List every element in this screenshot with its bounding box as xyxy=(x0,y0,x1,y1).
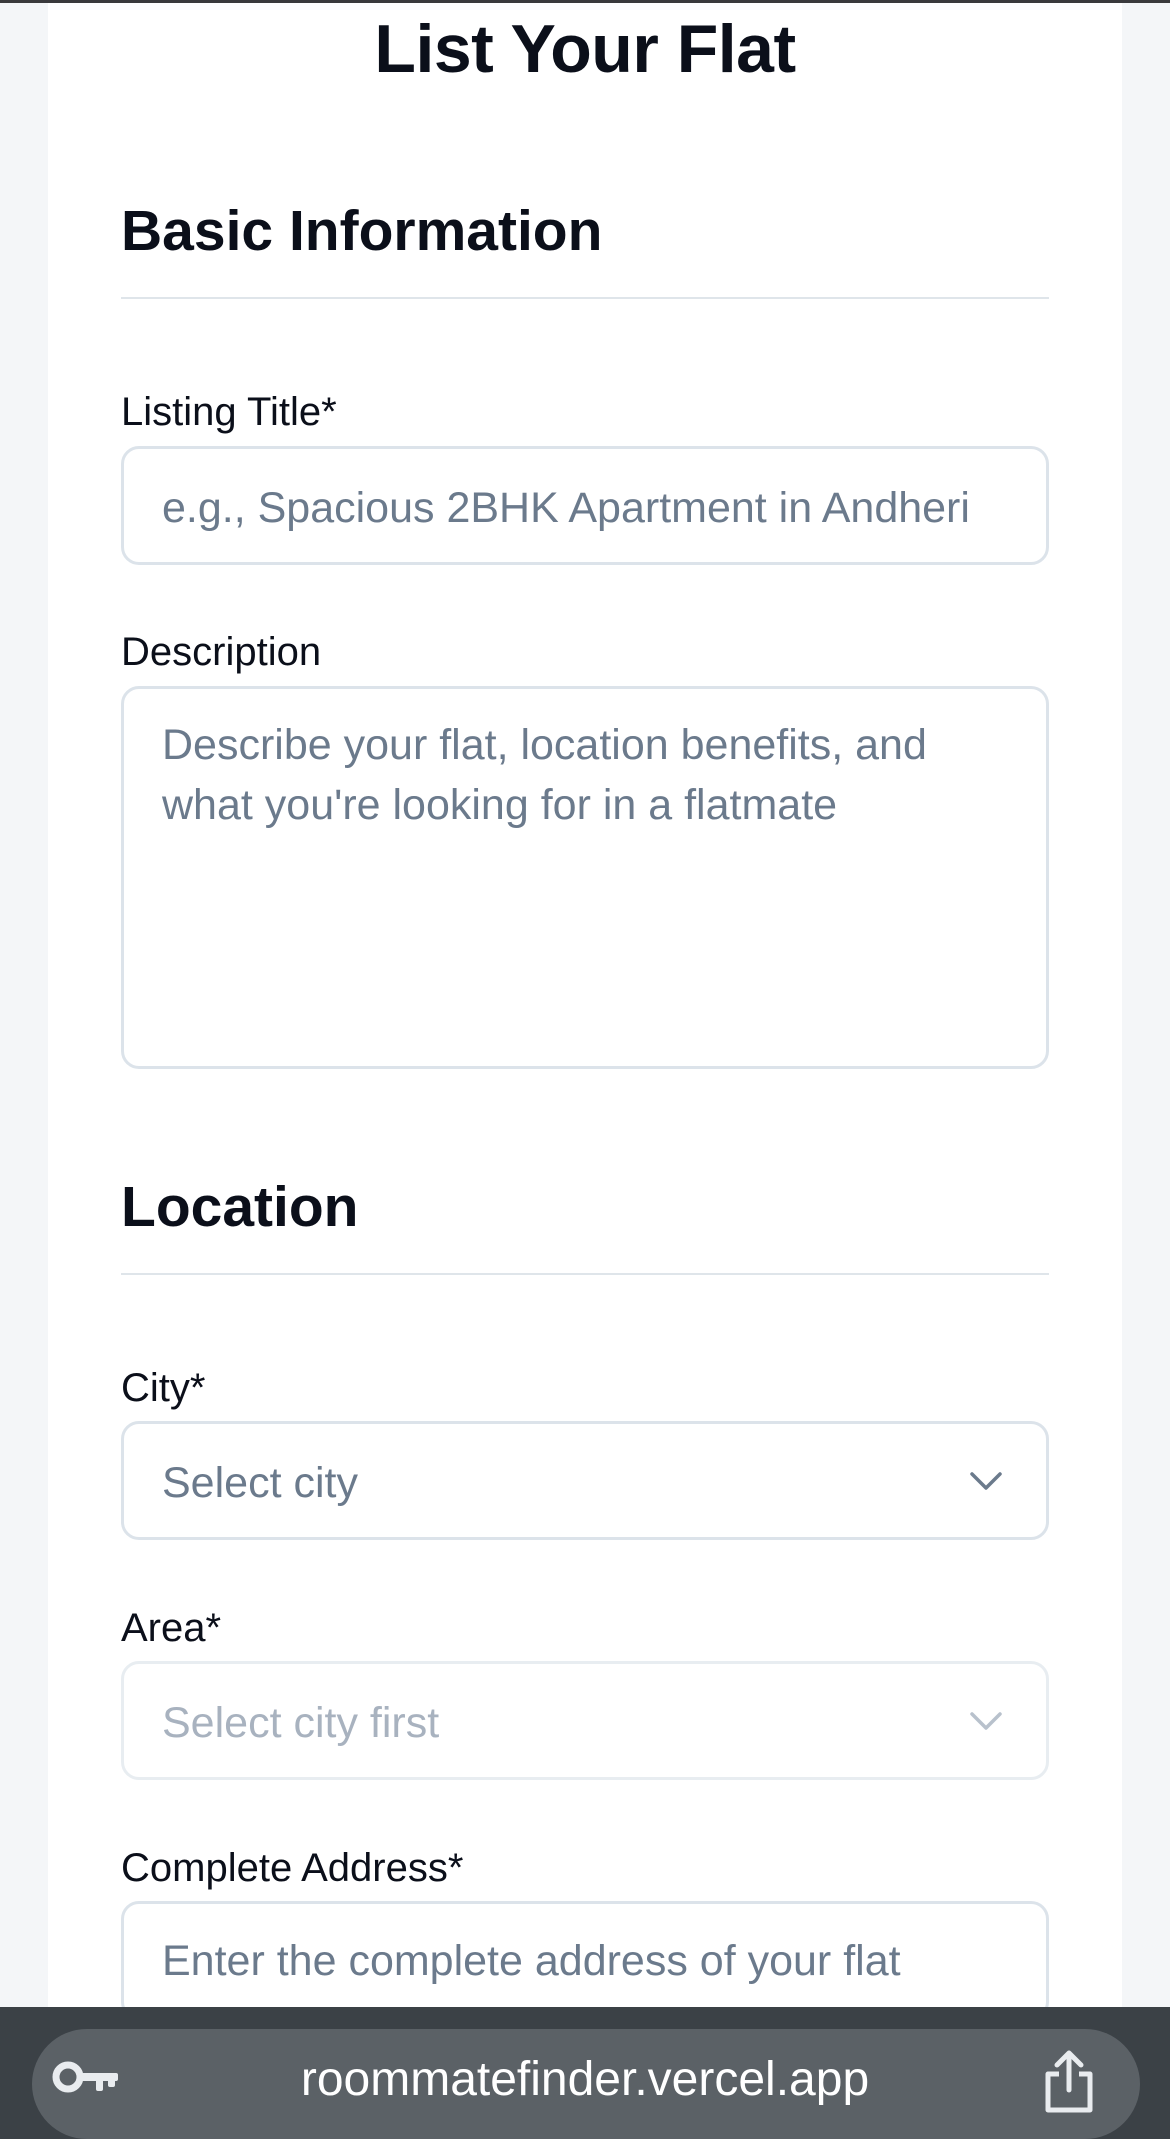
area-select[interactable]: Select city first xyxy=(121,1661,1049,1780)
city-label: City* xyxy=(121,1366,206,1410)
page-title: List Your Flat xyxy=(374,11,796,87)
chevron-down-icon xyxy=(970,1711,1002,1730)
listing-title-input[interactable]: e.g., Spacious 2BHK Apartment in Andheri xyxy=(121,446,1049,565)
section-heading-basic-information: Basic Information xyxy=(121,199,603,263)
description-textarea[interactable]: Describe your flat, location benefits, a… xyxy=(121,686,1049,1069)
section-divider xyxy=(121,297,1049,299)
listing-title-label: Listing Title* xyxy=(121,390,337,434)
section-divider xyxy=(121,1273,1049,1275)
city-select-value: Select city xyxy=(162,1459,358,1507)
complete-address-label: Complete Address* xyxy=(121,1846,464,1890)
complete-address-placeholder: Enter the complete address of your flat xyxy=(162,1937,901,1985)
description-label: Description xyxy=(121,630,322,674)
chevron-down-icon xyxy=(970,1471,1002,1490)
area-select-value: Select city first xyxy=(162,1699,440,1747)
listing-title-placeholder: e.g., Spacious 2BHK Apartment in Andheri xyxy=(162,484,970,532)
section-heading-location: Location xyxy=(121,1175,359,1239)
address-bar-url: roommatefinder.vercel.app xyxy=(300,2053,870,2106)
complete-address-input[interactable]: Enter the complete address of your flat xyxy=(121,1901,1049,2020)
share-icon[interactable] xyxy=(1040,2050,1098,2114)
city-select[interactable]: Select city xyxy=(121,1421,1049,1540)
description-placeholder: Describe your flat, location benefits, a… xyxy=(162,721,927,829)
area-label: Area* xyxy=(121,1606,222,1650)
